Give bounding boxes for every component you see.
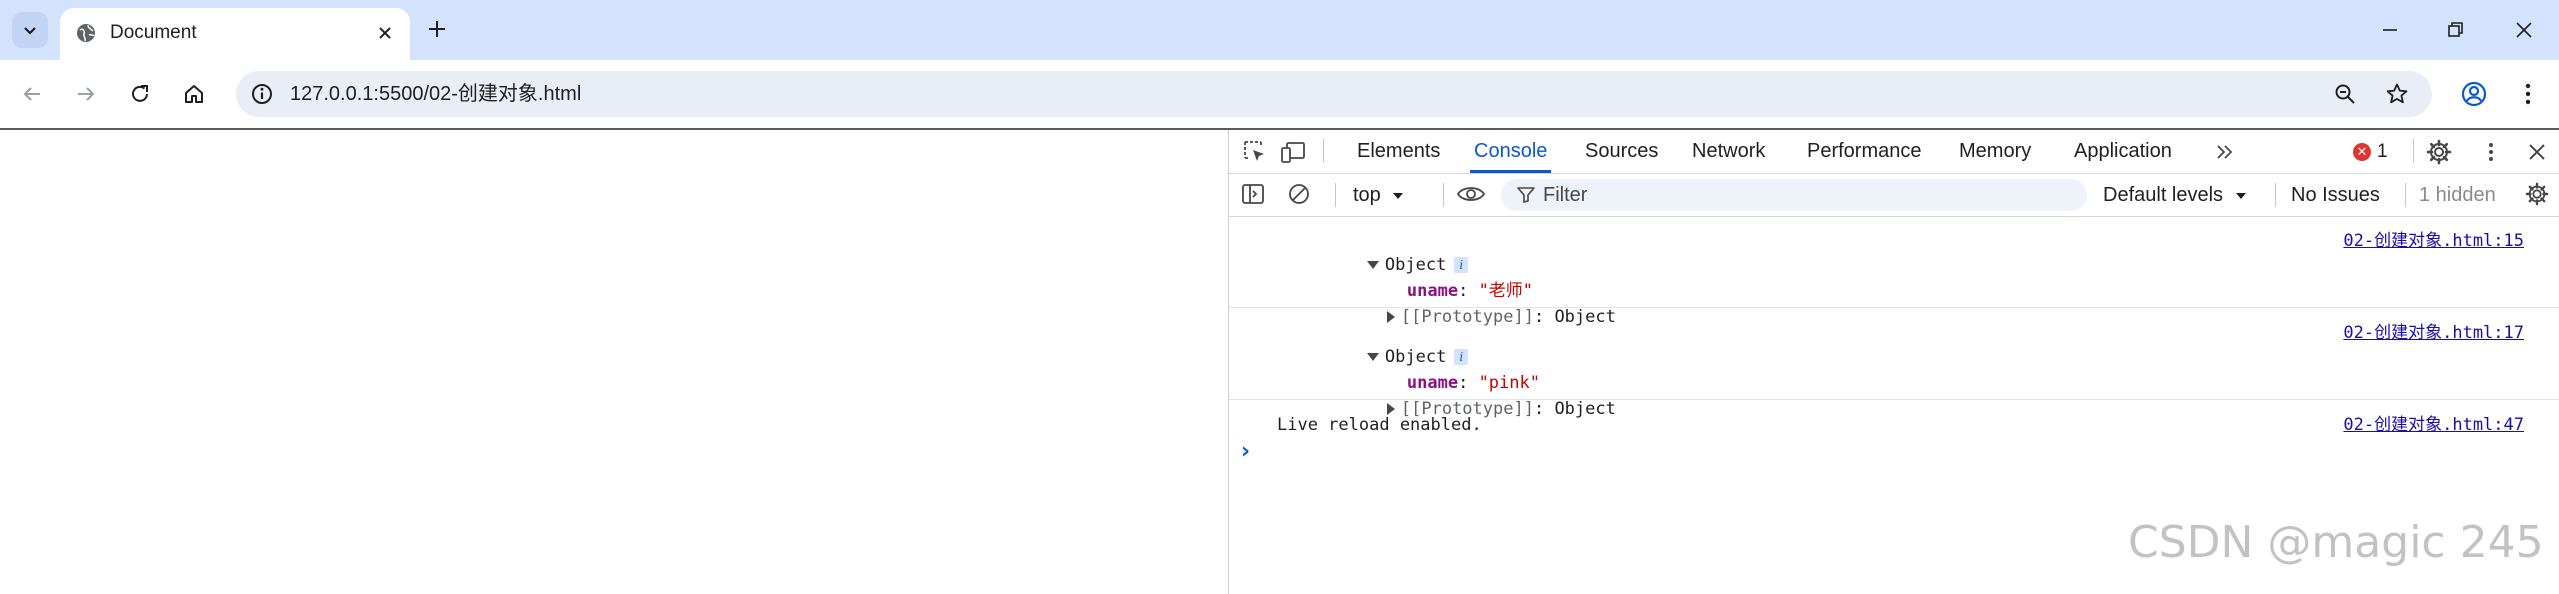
gear-icon (2426, 139, 2452, 165)
log-text: Live reload enabled. (1277, 415, 1482, 435)
block-icon (1289, 184, 1309, 204)
tab-application[interactable]: Application (2074, 130, 2172, 173)
devtools-settings-button[interactable] (2425, 138, 2453, 166)
source-link[interactable]: 02-创建对象.html:15 (2343, 229, 2524, 253)
error-icon: ✕ (2353, 143, 2371, 161)
forward-button[interactable] (68, 76, 104, 112)
globe-icon (77, 24, 95, 42)
separator (1323, 139, 1324, 163)
console-filter-bar: top Filter Default levels No Issues 1 hi… (1229, 174, 2559, 217)
devtools-close-button[interactable] (2523, 138, 2551, 166)
back-button[interactable] (14, 76, 50, 112)
browser-tab-strip: Document (0, 0, 2559, 60)
separator (2405, 183, 2406, 207)
profile-icon (2461, 81, 2487, 107)
double-chevron-right-icon (2217, 145, 2233, 159)
device-icon (1281, 142, 1305, 163)
star-icon (2386, 83, 2408, 104)
tab-network[interactable]: Network (1692, 130, 1765, 173)
new-tab-button[interactable] (422, 14, 452, 44)
tab-elements[interactable]: Elements (1357, 130, 1440, 173)
console-message: Object i uname: "老师" [[Prototype]]: Objec… (1229, 225, 2559, 327)
inspect-element-button[interactable] (1241, 138, 1269, 166)
log-levels-value: Default levels (2103, 184, 2224, 206)
console-prompt[interactable]: › (1241, 439, 1250, 464)
error-count: 1 (2377, 141, 2388, 162)
sidebar-toggle-button[interactable] (1239, 180, 1267, 208)
close-icon (2516, 22, 2532, 38)
browser-tab[interactable]: Document (60, 8, 410, 60)
zoom-out-icon (2335, 84, 2355, 104)
live-expression-button[interactable] (1451, 180, 1491, 208)
arrow-right-icon (78, 87, 95, 101)
close-icon (379, 27, 391, 39)
inspect-icon (1244, 141, 1264, 161)
clear-console-button[interactable] (1285, 180, 1313, 208)
tab-title: Document (110, 22, 197, 43)
tab-close-button[interactable] (372, 20, 398, 46)
close-window-button[interactable] (2504, 12, 2544, 48)
reload-icon (132, 85, 148, 102)
profile-button[interactable] (2456, 76, 2492, 112)
context-select[interactable]: top (1353, 182, 1404, 208)
browser-toolbar: 127.0.0.1:5500/02-创建对象.html (0, 60, 2559, 130)
filter-icon (1517, 187, 1535, 203)
separator (2413, 139, 2414, 163)
tab-search-button[interactable] (12, 12, 48, 48)
separator (1443, 183, 1444, 207)
devtools-tab-bar: Elements Console Sources Network Perform… (1229, 130, 2559, 174)
chevron-down-icon (24, 27, 36, 35)
address-bar[interactable]: 127.0.0.1:5500/02-创建对象.html (236, 71, 2432, 117)
hidden-count: 1 hidden (2419, 184, 2496, 206)
issues-button[interactable]: No Issues (2291, 182, 2380, 208)
console-message: Live reload enabled. 02-创建对象.html:47 (1229, 409, 2559, 443)
error-count-badge[interactable]: ✕ 1 (2353, 141, 2388, 162)
console-settings-button[interactable] (2523, 180, 2551, 208)
console-filter-input[interactable]: Filter (1501, 179, 2087, 211)
dropdown-arrow-icon (2235, 193, 2246, 199)
tab-console[interactable]: Console (1469, 130, 1552, 173)
tab-memory[interactable]: Memory (1959, 130, 2031, 173)
url-text[interactable]: 127.0.0.1:5500/02-创建对象.html (290, 82, 581, 106)
separator (2275, 183, 2276, 207)
minimize-icon (2383, 29, 2397, 31)
more-vert-icon (2525, 83, 2531, 105)
sidebar-icon (1242, 184, 1264, 204)
restore-button[interactable] (2436, 12, 2476, 48)
close-icon (2529, 144, 2545, 160)
separator (1335, 183, 1336, 207)
source-link[interactable]: 02-创建对象.html:17 (2343, 321, 2524, 345)
context-value: top (1353, 184, 1381, 206)
console-message: Object i uname: "pink" [[Prototype]]: Obj… (1229, 317, 2559, 419)
browser-menu-button[interactable] (2510, 76, 2546, 112)
bookmark-button[interactable] (2384, 81, 2410, 107)
plus-icon (429, 21, 445, 37)
arrow-left-icon (23, 87, 40, 101)
tab-performance[interactable]: Performance (1807, 130, 1922, 173)
dropdown-arrow-icon (1393, 193, 1404, 199)
minimize-button[interactable] (2370, 12, 2410, 48)
devtools-menu-button[interactable] (2477, 138, 2505, 166)
watermark: CSDN @magic 245 (2128, 517, 2544, 568)
device-toolbar-button[interactable] (1279, 138, 1307, 166)
home-button[interactable] (176, 76, 212, 112)
log-levels-select[interactable]: Default levels (2103, 182, 2247, 208)
restore-icon (2448, 22, 2463, 37)
source-link[interactable]: 02-创建对象.html:47 (2343, 413, 2524, 437)
home-icon (185, 85, 203, 103)
more-tabs-button[interactable] (2211, 138, 2239, 166)
gear-icon (2525, 182, 2549, 206)
eye-icon (1456, 187, 1486, 201)
more-vert-icon (2489, 143, 2493, 161)
reload-button[interactable] (122, 76, 158, 112)
filter-placeholder: Filter (1543, 184, 1588, 206)
site-info-icon[interactable] (250, 82, 274, 106)
zoom-button[interactable] (2332, 81, 2358, 107)
tab-sources[interactable]: Sources (1585, 130, 1658, 173)
